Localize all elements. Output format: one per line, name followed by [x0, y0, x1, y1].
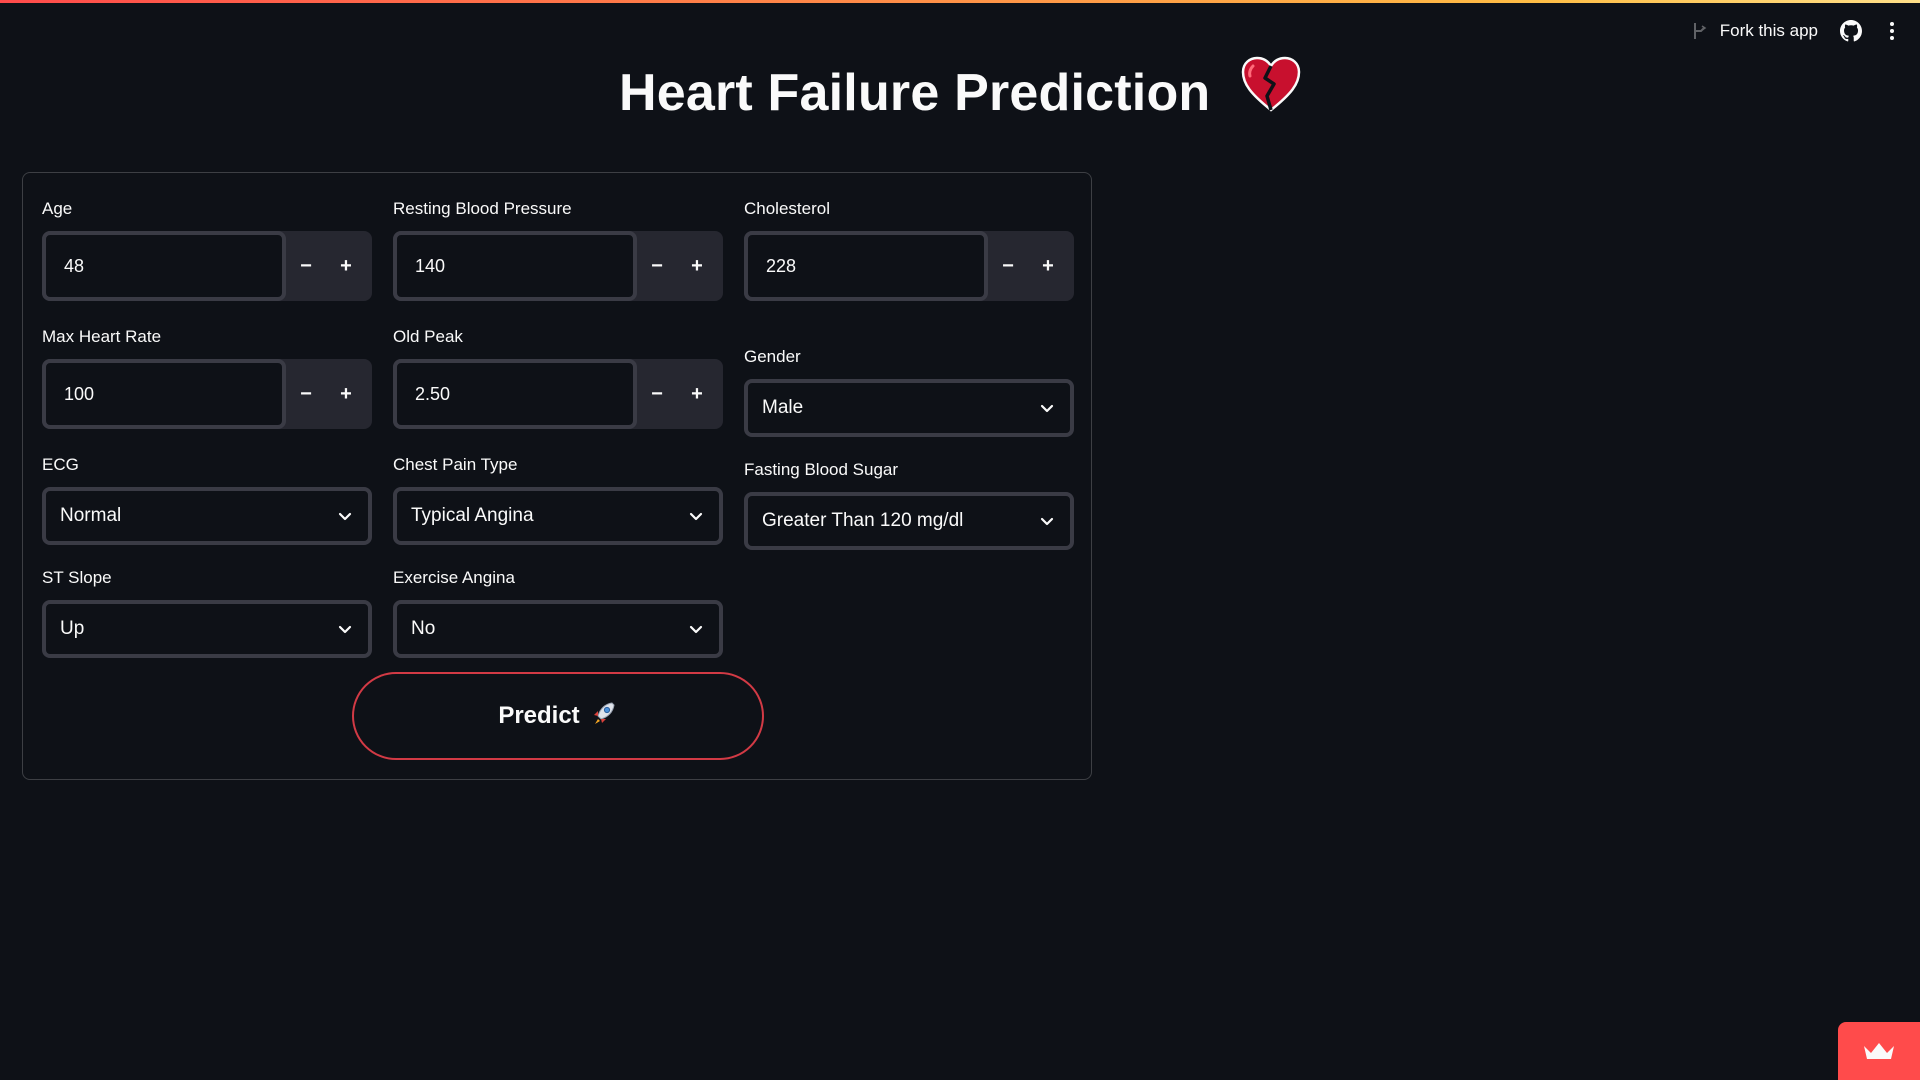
- fork-icon: [1693, 23, 1707, 39]
- gender-label: Gender: [744, 347, 801, 366]
- gender-selected-value: Male: [762, 397, 804, 418]
- exercise-angina-field: Exercise Angina No: [393, 566, 723, 658]
- resting-bp-decrement-button[interactable]: −: [637, 231, 677, 301]
- exercise-angina-selected-value: No: [411, 618, 436, 639]
- fasting-bs-selected-value: Greater Than 120 mg/dl: [762, 510, 964, 531]
- old-peak-field: Old Peak − +: [393, 325, 723, 429]
- chevron-down-icon: [689, 625, 703, 634]
- old-peak-label: Old Peak: [393, 327, 463, 346]
- predict-button-label: Predict: [498, 702, 580, 729]
- chest-pain-selected-value: Typical Angina: [411, 505, 534, 526]
- fasting-bs-label: Fasting Blood Sugar: [744, 460, 899, 479]
- max-hr-field: Max Heart Rate − +: [42, 325, 372, 429]
- chest-pain-select[interactable]: Typical Angina: [393, 487, 723, 545]
- gender-field: Gender Male: [744, 345, 1074, 437]
- fasting-bs-select[interactable]: Greater Than 120 mg/dl: [744, 492, 1074, 550]
- st-slope-label: ST Slope: [42, 568, 112, 587]
- exercise-angina-select[interactable]: No: [393, 600, 723, 658]
- st-slope-select[interactable]: Up: [42, 600, 372, 658]
- age-label: Age: [42, 199, 73, 218]
- fork-app-link[interactable]: Fork this app: [1692, 21, 1818, 41]
- page-title-text: Heart Failure Prediction: [618, 64, 1211, 123]
- age-number-input: − +: [42, 231, 372, 301]
- cholesterol-label: Cholesterol: [744, 199, 830, 218]
- old-peak-decrement-button[interactable]: −: [637, 359, 677, 429]
- github-icon[interactable]: [1840, 20, 1862, 42]
- broken-heart-icon: [1241, 56, 1301, 125]
- chest-pain-field: Chest Pain Type Typical Angina: [393, 453, 723, 545]
- resting-bp-input[interactable]: [393, 231, 637, 301]
- max-hr-number-input: − +: [42, 359, 372, 429]
- chevron-down-icon: [338, 625, 352, 634]
- chest-pain-label: Chest Pain Type: [393, 455, 518, 474]
- ecg-selected-value: Normal: [60, 505, 122, 526]
- header-toolbar: Fork this app: [1692, 16, 1900, 46]
- max-hr-input[interactable]: [42, 359, 286, 429]
- st-slope-selected-value: Up: [60, 618, 85, 639]
- cholesterol-field: Cholesterol − +: [744, 197, 1074, 301]
- cholesterol-input[interactable]: [744, 231, 988, 301]
- old-peak-increment-button[interactable]: +: [677, 359, 717, 429]
- fork-app-label: Fork this app: [1719, 21, 1818, 40]
- rocket-icon: [590, 699, 618, 734]
- age-field: Age − +: [42, 197, 372, 301]
- prediction-form: Age − + Resting Blood Pressure − + Chole…: [22, 172, 1092, 780]
- chevron-down-icon: [689, 512, 703, 521]
- max-hr-increment-button[interactable]: +: [326, 359, 366, 429]
- st-slope-field: ST Slope Up: [42, 566, 372, 658]
- resting-bp-label: Resting Blood Pressure: [393, 199, 572, 218]
- age-input[interactable]: [42, 231, 286, 301]
- cholesterol-increment-button[interactable]: +: [1028, 231, 1068, 301]
- streamlit-badge[interactable]: [1838, 1022, 1920, 1080]
- max-hr-decrement-button[interactable]: −: [286, 359, 326, 429]
- max-hr-label: Max Heart Rate: [42, 327, 162, 346]
- cholesterol-number-input: − +: [744, 231, 1074, 301]
- chevron-down-icon: [1040, 517, 1054, 526]
- age-increment-button[interactable]: +: [326, 231, 366, 301]
- old-peak-number-input: − +: [393, 359, 723, 429]
- resting-bp-number-input: − +: [393, 231, 723, 301]
- gender-select[interactable]: Male: [744, 379, 1074, 437]
- old-peak-input[interactable]: [393, 359, 637, 429]
- kebab-menu-icon[interactable]: [1884, 21, 1900, 41]
- ecg-select[interactable]: Normal: [42, 487, 372, 545]
- predict-button[interactable]: Predict: [352, 672, 764, 760]
- ecg-label: ECG: [42, 455, 79, 474]
- chevron-down-icon: [338, 512, 352, 521]
- fasting-bs-field: Fasting Blood Sugar Greater Than 120 mg/…: [744, 458, 1074, 550]
- resting-bp-increment-button[interactable]: +: [677, 231, 717, 301]
- page-title: Heart Failure Prediction: [0, 56, 1920, 131]
- age-decrement-button[interactable]: −: [286, 231, 326, 301]
- cholesterol-decrement-button[interactable]: −: [988, 231, 1028, 301]
- ecg-field: ECG Normal: [42, 453, 372, 545]
- top-decoration-bar: [0, 0, 1920, 3]
- exercise-angina-label: Exercise Angina: [393, 568, 515, 587]
- resting-bp-field: Resting Blood Pressure − +: [393, 197, 723, 301]
- crown-icon: [1864, 1043, 1894, 1059]
- chevron-down-icon: [1040, 404, 1054, 413]
